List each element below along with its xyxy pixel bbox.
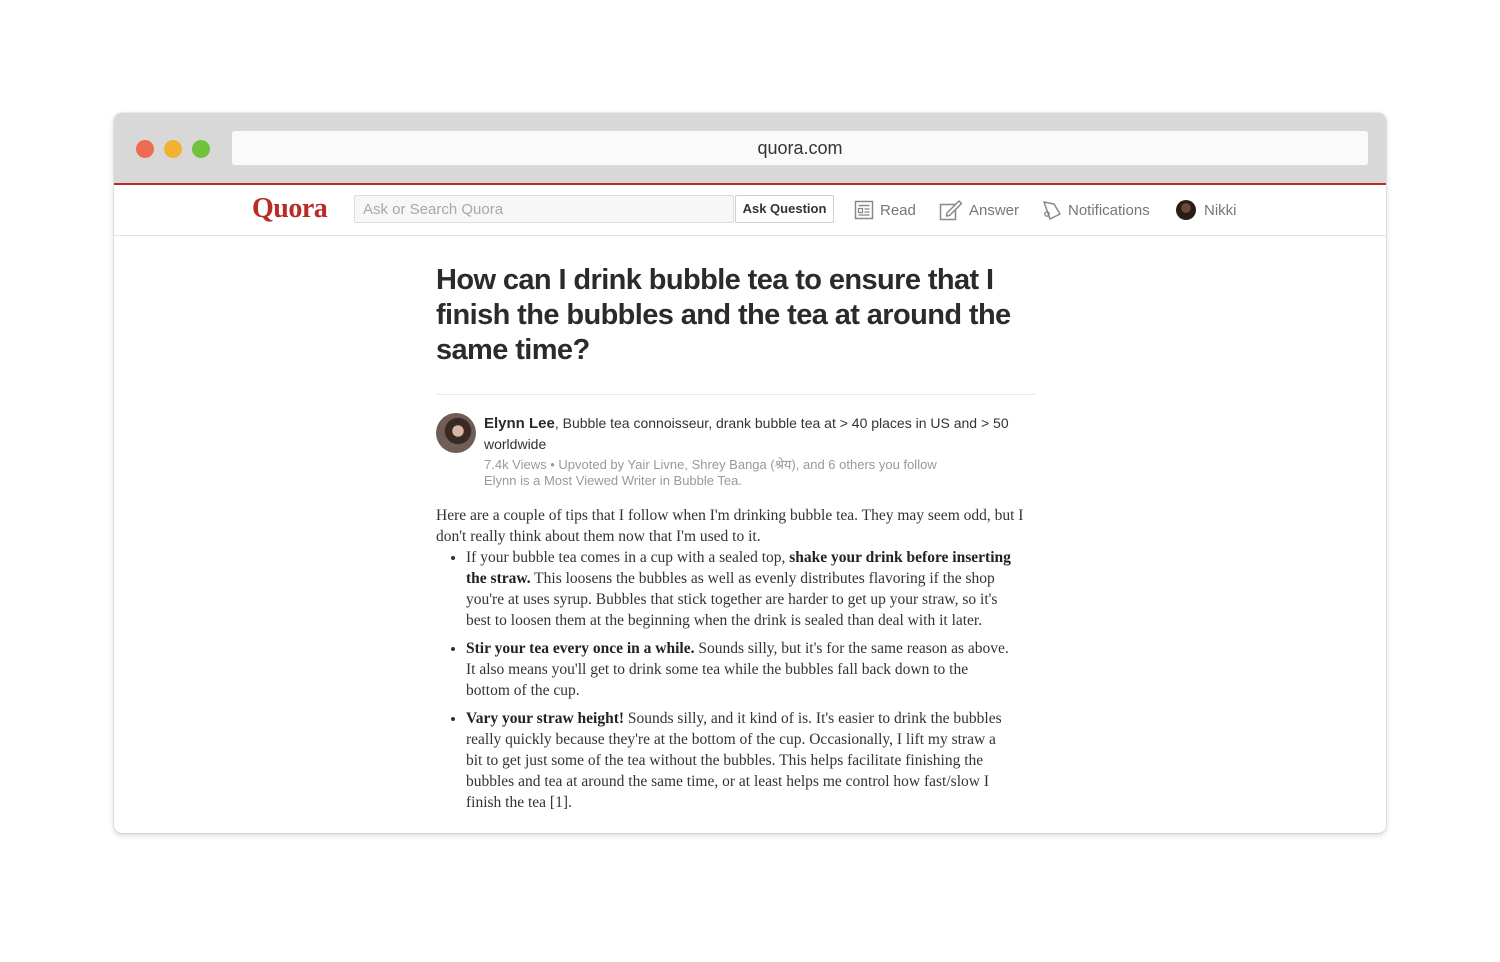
question-page: How can I drink bubble tea to ensure tha… [436, 235, 1036, 820]
ask-question-button[interactable]: Ask Question [735, 195, 834, 223]
author-name[interactable]: Elynn Lee [484, 415, 555, 432]
answer-intro: Here are a couple of tips that I follow … [436, 507, 1024, 545]
zoom-window-button[interactable] [192, 140, 210, 158]
question-title[interactable]: How can I drink bubble tea to ensure tha… [436, 263, 1036, 368]
nav-user-profile[interactable]: Nikki [1176, 197, 1237, 223]
nav-read[interactable]: Read [854, 197, 916, 223]
nav-answer[interactable]: Answer [939, 197, 1019, 223]
address-bar[interactable]: quora.com [232, 131, 1368, 165]
tips-list: If your bubble tea comes in a cup with a… [436, 547, 1036, 813]
close-window-button[interactable] [136, 140, 154, 158]
tip-bold: Stir your tea every once in a while. [466, 640, 695, 657]
quora-logo[interactable]: Quora [252, 193, 328, 225]
tip-text: If your bubble tea comes in a cup with a… [466, 549, 790, 566]
minimize-window-button[interactable] [164, 140, 182, 158]
tip-bold: Vary your straw height! [466, 710, 625, 727]
answer-body: Here are a couple of tips that I follow … [436, 505, 1036, 813]
divider [436, 394, 1036, 395]
user-avatar [1176, 200, 1196, 220]
answer-stats: 7.4k Views • Upvoted by Yair Livne, Shre… [484, 457, 937, 472]
nav-user-label: Nikki [1204, 201, 1237, 219]
nav-answer-label: Answer [969, 201, 1020, 219]
tip-text: This loosens the bubbles as well as even… [466, 570, 998, 629]
writer-badge: Elynn is a Most Viewed Writer in Bubble … [484, 473, 742, 488]
browser-chrome: quora.com [114, 113, 1386, 185]
list-item: If your bubble tea comes in a cup with a… [466, 547, 1011, 631]
nav-read-label: Read [880, 201, 916, 219]
bell-icon [1043, 201, 1061, 220]
author-credential: Elynn Lee, Bubble tea connoisseur, drank… [484, 413, 1024, 454]
answer-header: Elynn Lee, Bubble tea connoisseur, drank… [436, 413, 1036, 493]
author-credential-text: , Bubble tea connoisseur, drank bubble t… [484, 415, 1009, 452]
list-item: Vary your straw height! Sounds silly, an… [466, 708, 1011, 813]
author-avatar[interactable] [436, 413, 476, 453]
nav-notifications-label: Notifications [1068, 201, 1150, 219]
list-item: Stir your tea every once in a while. Sou… [466, 638, 1011, 701]
search-input[interactable] [354, 195, 734, 223]
read-icon [854, 200, 874, 220]
quora-header: Quora Ask Question Read Answer [114, 185, 1386, 236]
nav-notifications[interactable]: Notifications [1042, 197, 1150, 223]
pencil-icon [939, 200, 963, 221]
browser-window: quora.com Quora Ask Question Read Answer [114, 113, 1386, 833]
